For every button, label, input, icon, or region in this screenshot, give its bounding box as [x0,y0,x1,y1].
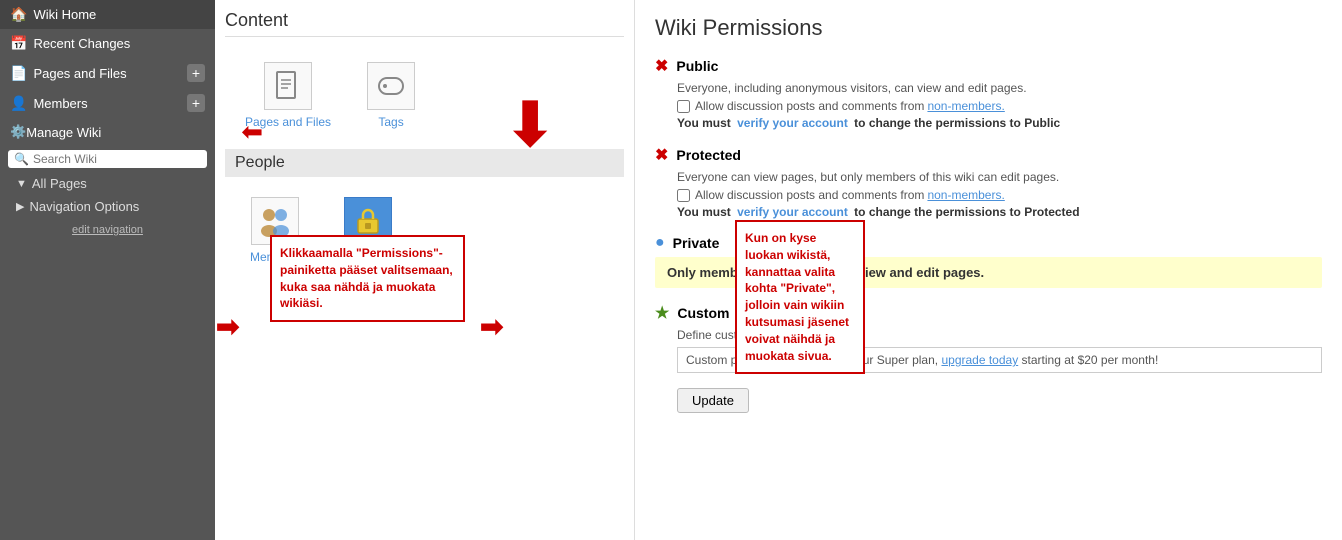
pages-files-icon-box [264,62,312,110]
content-panel: Content Pages and Files [215,0,635,540]
tags-link[interactable]: Tags [361,62,421,129]
public-verify-link[interactable]: verify your account [737,116,848,130]
search-icon: 🔍 [14,152,29,166]
sidebar-item-nav-options[interactable]: ▶ Navigation Options [0,195,215,218]
protected-verify-link[interactable]: verify your account [737,205,848,219]
custom-star-icon: ★ [655,303,669,323]
pages-files-icon: 📄 [10,65,27,82]
recent-changes-icon: 📅 [10,35,27,52]
public-checkbox-line: Allow discussion posts and comments from… [677,99,1322,113]
protected-x-icon: ✖ [655,145,668,165]
members-icon: 👤 [10,95,27,112]
arrow-1-to-2: ➡ [216,310,239,343]
update-button[interactable]: Update [677,388,749,413]
all-pages-arrow-icon: ▼ [16,178,27,190]
permissions-title: Wiki Permissions [655,15,1322,41]
arrow-2-to-3: ➡ [480,310,503,343]
content-title: Content [225,10,624,37]
protected-non-members-link[interactable]: non-members. [927,188,1004,202]
private-radio-icon: ● [655,234,665,252]
sidebar-item-manage-wiki[interactable]: ⚙️ Manage Wiki ⬅ [0,118,215,146]
annotation-box-3: Kun on kyse luokan wikistä, kannattaa va… [735,220,865,374]
content-icon-grid: Pages and Files Tags [225,52,624,139]
people-section: People [225,149,624,177]
nav-options-arrow-icon: ▶ [16,200,24,213]
protected-header: ✖ Protected [655,145,1322,165]
public-header: ✖ Public [655,56,1322,76]
public-desc: Everyone, including anonymous visitors, … [677,81,1322,95]
protected-option: ✖ Protected Everyone can view pages, but… [655,145,1322,219]
upgrade-link[interactable]: upgrade today [941,353,1018,367]
sidebar-item-all-pages[interactable]: ▼ All Pages [0,172,215,195]
sidebar: 🏠 Wiki Home 📅 Recent Changes 📄 Pages and… [0,0,215,540]
main-area: Content Pages and Files [215,0,1342,540]
sidebar-item-members[interactable]: 👤 Members + [0,88,215,118]
members-add-button[interactable]: + [187,94,205,112]
manage-wiki-icon: ⚙️ [10,124,26,140]
wiki-home-icon: 🏠 [10,6,27,23]
protected-checkbox-line: Allow discussion posts and comments from… [677,188,1322,202]
public-verify: You must verify your account to change t… [677,116,1322,130]
public-checkbox[interactable] [677,100,690,113]
annotation-box-2: Klikkaamalla "Permissions"-painiketta pä… [270,235,465,322]
public-non-members-link[interactable]: non-members. [927,99,1004,113]
sidebar-search-container: 🔍 [8,150,207,168]
public-option: ✖ Public Everyone, including anonymous v… [655,56,1322,130]
sidebar-item-pages-files[interactable]: 📄 Pages and Files + [0,58,215,88]
pages-files-add-button[interactable]: + [187,64,205,82]
protected-desc: Everyone can view pages, but only member… [677,170,1322,184]
sidebar-item-recent-changes[interactable]: 📅 Recent Changes [0,29,215,58]
public-x-icon: ✖ [655,56,668,76]
protected-checkbox[interactable] [677,189,690,202]
search-input[interactable] [33,152,201,166]
tags-icon-box [367,62,415,110]
sidebar-item-wiki-home[interactable]: 🏠 Wiki Home [0,0,215,29]
edit-navigation-link[interactable]: edit navigation [0,218,215,242]
protected-verify: You must verify your account to change t… [677,205,1322,219]
pages-files-link[interactable]: Pages and Files [245,62,331,129]
